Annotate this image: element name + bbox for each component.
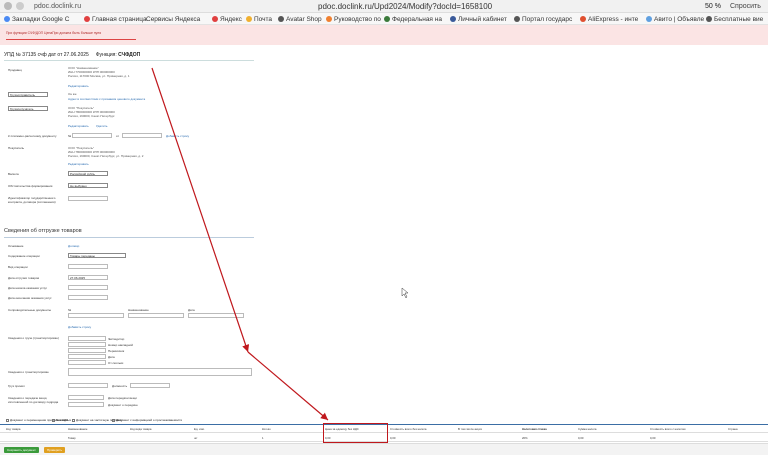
annotation-arrow [151, 67, 409, 421]
mouse-cursor-icon [401, 287, 409, 299]
